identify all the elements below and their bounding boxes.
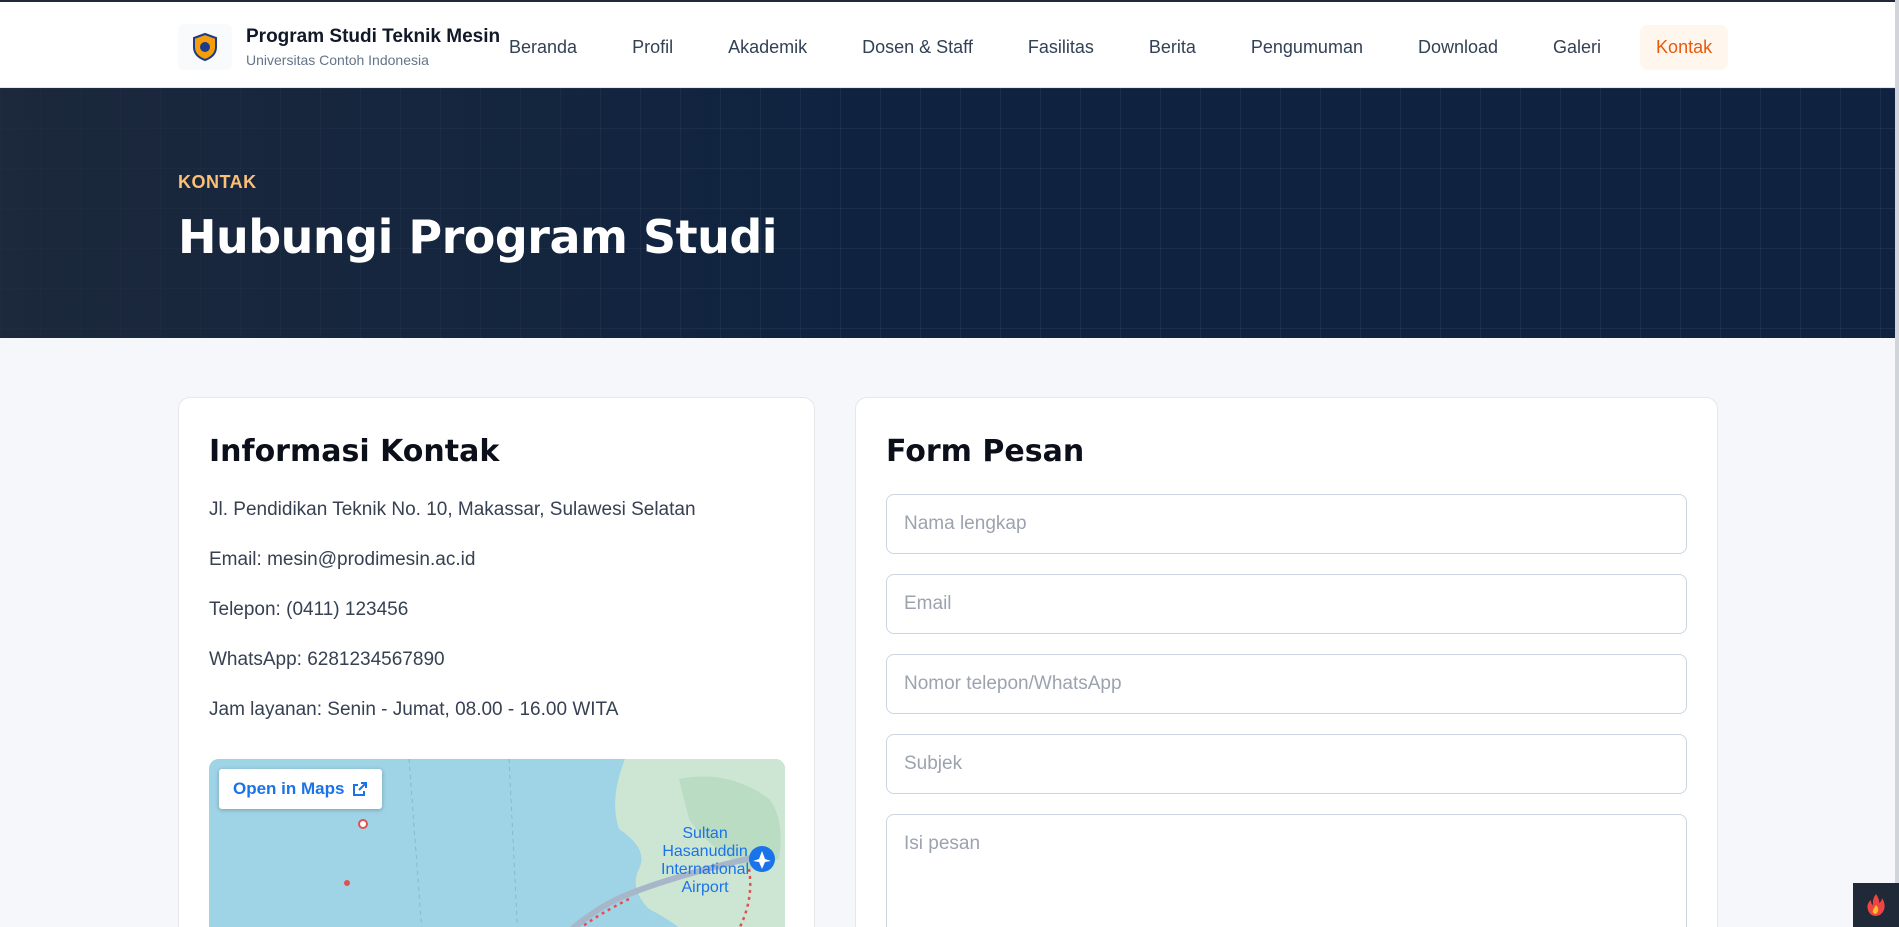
email-input[interactable] — [886, 574, 1687, 634]
brand[interactable]: Program Studi Teknik Mesin Universitas C… — [178, 24, 500, 70]
university-crest-icon — [178, 24, 232, 70]
nav-item-download[interactable]: Download — [1402, 25, 1514, 70]
service-hours-text: Jam layanan: Senin - Jumat, 08.00 - 16.0… — [209, 699, 619, 720]
nav-item-profil[interactable]: Profil — [616, 25, 689, 70]
hero-eyebrow: KONTAK — [178, 172, 257, 192]
main-nav: Beranda Profil Akademik Dosen & Staff Fa… — [493, 22, 1729, 72]
nav-item-beranda[interactable]: Beranda — [493, 25, 593, 70]
flame-icon[interactable] — [1853, 883, 1899, 927]
open-in-maps-label: Open in Maps — [233, 779, 345, 798]
page-scrollbar[interactable] — [1895, 0, 1899, 927]
map-place-label: Sultan Hasanuddin International Airport — [661, 825, 749, 897]
phone-text: Telepon: (0411) 123456 — [209, 599, 409, 620]
map-label-line-4: Airport — [681, 879, 729, 896]
message-textarea[interactable] — [886, 814, 1687, 927]
site-header: Program Studi Teknik Mesin Universitas C… — [0, 0, 1899, 88]
message-form-card: Form Pesan — [855, 397, 1718, 927]
map-label-line-2: Hasanuddin — [662, 843, 748, 860]
page-title: Hubungi Program Studi — [178, 210, 778, 264]
address-text: Jl. Pendidikan Teknik No. 10, Makassar, … — [209, 499, 696, 520]
email-text: Email: mesin@prodimesin.ac.id — [209, 549, 476, 570]
contact-info-card: Informasi Kontak Jl. Pendidikan Teknik N… — [178, 397, 815, 927]
subject-input[interactable] — [886, 734, 1687, 794]
site-title: Program Studi Teknik Mesin — [246, 26, 501, 47]
phone-input[interactable] — [886, 654, 1687, 714]
nav-item-pengumuman[interactable]: Pengumuman — [1235, 25, 1379, 70]
external-link-icon — [353, 782, 368, 796]
embedded-map[interactable]: Sultan Hasanuddin International Airport … — [209, 759, 785, 927]
nav-item-fasilitas[interactable]: Fasilitas — [1012, 25, 1110, 70]
nav-item-dosen-staff[interactable]: Dosen & Staff — [846, 25, 989, 70]
hero-banner: KONTAK Hubungi Program Studi — [0, 88, 1899, 338]
nav-item-kontak[interactable]: Kontak — [1640, 24, 1729, 70]
form-heading: Form Pesan — [886, 434, 1085, 469]
map-label-line-1: Sultan — [682, 825, 728, 842]
site-subtitle: Universitas Contoh Indonesia — [246, 52, 429, 68]
name-input[interactable] — [886, 494, 1687, 554]
nav-item-galeri[interactable]: Galeri — [1537, 25, 1617, 70]
open-in-maps-button[interactable]: Open in Maps — [219, 769, 383, 809]
map-label-line-3: International — [661, 861, 750, 878]
whatsapp-text: WhatsApp: 6281234567890 — [209, 649, 445, 670]
contact-info-heading: Informasi Kontak — [209, 434, 500, 469]
nav-item-akademik[interactable]: Akademik — [712, 25, 823, 70]
nav-item-berita[interactable]: Berita — [1133, 25, 1212, 70]
